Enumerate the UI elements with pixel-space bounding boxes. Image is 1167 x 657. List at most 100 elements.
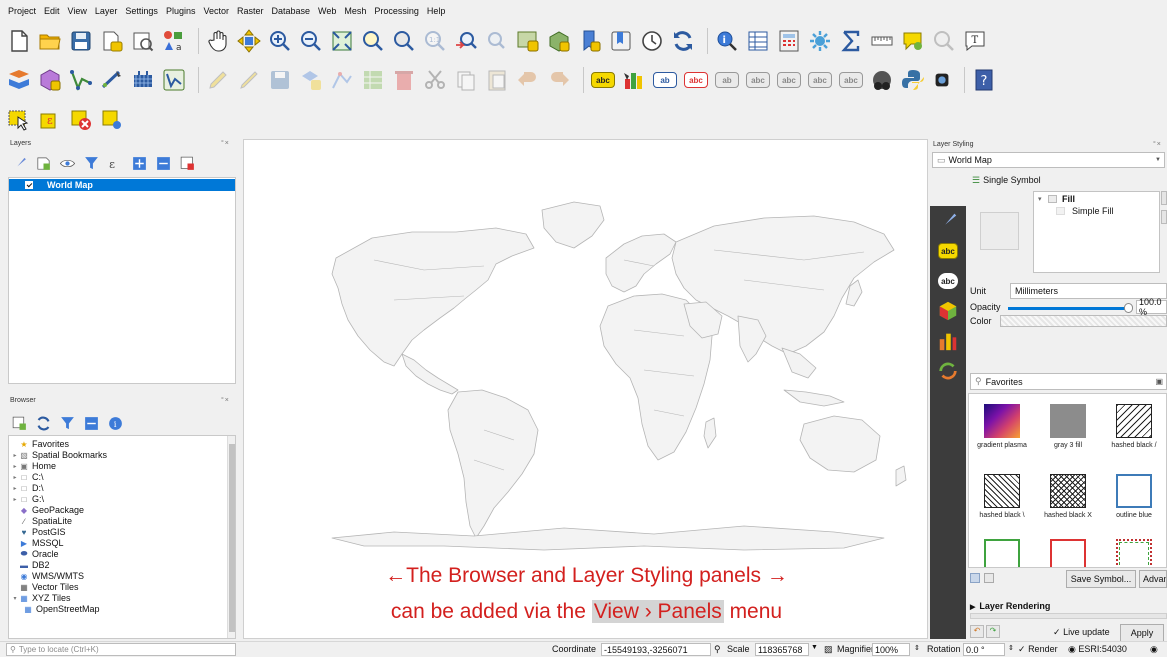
help-icon[interactable]: ?	[971, 67, 997, 93]
show-hide-labels-icon[interactable]: abc	[745, 67, 771, 93]
symbol-hashed-black-backslash[interactable]: hashed black \	[969, 474, 1035, 519]
browser-panel-controls[interactable]: °×	[221, 397, 230, 404]
browser-properties-icon[interactable]: i	[106, 414, 124, 432]
browser-item-mssql[interactable]: ▶ MSSQL	[11, 538, 64, 548]
save-symbol-button[interactable]: Save Symbol...	[1066, 570, 1136, 588]
vertex-tool-icon[interactable]	[329, 67, 355, 93]
menu-processing[interactable]: Processing	[370, 6, 423, 16]
digitize-line-icon[interactable]	[99, 67, 125, 93]
select-by-location-icon[interactable]	[99, 107, 125, 133]
menu-edit[interactable]: Edit	[40, 6, 64, 16]
add-selected-layers-icon[interactable]	[10, 414, 28, 432]
style-manager-icon[interactable]: a	[161, 28, 187, 54]
browser-item-favorites[interactable]: ★ Favorites	[11, 439, 69, 449]
advanced-button[interactable]: Advanced	[1139, 570, 1167, 588]
menu-settings[interactable]: Settings	[121, 6, 162, 16]
save-project-icon[interactable]	[68, 28, 94, 54]
locator-search[interactable]: ⚲ Type to locate (Ctrl+K)	[6, 643, 236, 656]
extents-toggle-icon[interactable]: ⚲	[714, 644, 721, 655]
menu-view[interactable]: View	[64, 6, 91, 16]
symbol-gradient-plasma[interactable]: gradient plasma	[969, 404, 1035, 449]
measure-icon[interactable]	[869, 28, 895, 54]
undo-icon[interactable]	[515, 67, 541, 93]
menu-raster[interactable]: Raster	[233, 6, 268, 16]
scale-dropdown-icon[interactable]: ▼	[811, 644, 818, 651]
symbol-hashed-black-x[interactable]: hashed black X	[1035, 474, 1101, 519]
pin-labels-icon[interactable]: ab	[652, 67, 678, 93]
history-tab-icon[interactable]	[935, 360, 961, 382]
processing-toolbox-icon[interactable]	[807, 28, 833, 54]
select-features-icon[interactable]	[6, 107, 32, 133]
layer-item-world-map[interactable]: World Map	[9, 179, 235, 191]
delete-selected-icon[interactable]	[391, 67, 417, 93]
zoom-out-icon[interactable]	[298, 28, 324, 54]
map-tips-icon[interactable]	[900, 28, 926, 54]
zoom-to-selection-icon[interactable]	[360, 28, 386, 54]
browser-item-drive-d[interactable]: ▸ □ D:\	[11, 483, 43, 493]
browser-item-wms-wmts[interactable]: ◉ WMS/WMTS	[11, 571, 85, 581]
map-canvas[interactable]: ←The Browser and Layer Styling panels → …	[243, 139, 928, 639]
new-bookmark-icon[interactable]	[577, 28, 603, 54]
browser-item-drive-c[interactable]: ▸ □ C:\	[11, 472, 43, 482]
identify-features-icon[interactable]: i	[714, 28, 740, 54]
new-map-view-icon[interactable]	[515, 28, 541, 54]
rotation-field[interactable]: 0.0 °	[963, 643, 1005, 656]
text-annotation-icon[interactable]: T	[962, 28, 988, 54]
zoom-native-icon[interactable]: 1:1	[422, 28, 448, 54]
attribute-table-icon[interactable]	[745, 28, 771, 54]
remove-symbol-layer-button[interactable]	[1161, 210, 1167, 224]
print-layout-icon[interactable]	[130, 28, 156, 54]
cut-features-icon[interactable]	[422, 67, 448, 93]
styling-panel-controls[interactable]: °×	[1153, 141, 1162, 148]
styling-redo-icon[interactable]: ↷	[986, 625, 1000, 638]
list-view-icon[interactable]	[984, 573, 994, 583]
add-raster-icon[interactable]	[130, 67, 156, 93]
zoom-next-icon[interactable]	[484, 28, 510, 54]
browser-scrollbar[interactable]	[227, 436, 235, 638]
3d-view-tab-icon[interactable]	[935, 300, 961, 322]
show-bookmarks-icon[interactable]	[608, 28, 634, 54]
browser-item-geopackage[interactable]: ◆ GeoPackage	[11, 505, 84, 515]
manage-visibility-icon[interactable]	[58, 154, 76, 172]
add-symbol-layer-button[interactable]	[1161, 191, 1167, 205]
statistics-sigma-icon[interactable]	[838, 28, 864, 54]
messages-icon[interactable]: ◉	[1150, 644, 1158, 655]
pan-hand-icon[interactable]	[205, 28, 231, 54]
symbol-search-field[interactable]: ⚲ Favorites ▣	[970, 373, 1167, 390]
new-3d-view-icon[interactable]	[546, 28, 572, 54]
zoom-last-icon[interactable]	[453, 28, 479, 54]
browser-item-postgis[interactable]: ♥ PostGIS	[11, 527, 66, 537]
new-geopackage-layer-icon[interactable]	[37, 67, 63, 93]
paste-features-icon[interactable]	[484, 67, 510, 93]
filter-legend-icon[interactable]	[82, 154, 100, 172]
tree-root-fill[interactable]: Fill	[1062, 194, 1075, 204]
collapse-all-icon[interactable]	[154, 154, 172, 172]
save-as-icon[interactable]	[99, 28, 125, 54]
move-label-icon[interactable]: ab	[714, 67, 740, 93]
browser-refresh-icon[interactable]	[34, 414, 52, 432]
browser-item-oracle[interactable]: ⬬ Oracle	[11, 549, 59, 559]
refresh-icon[interactable]	[670, 28, 696, 54]
remove-layer-icon[interactable]	[178, 154, 196, 172]
icon-view-icon[interactable]	[970, 573, 980, 583]
zoom-full-icon[interactable]	[329, 28, 355, 54]
new-project-icon[interactable]	[6, 28, 32, 54]
save-edits-icon[interactable]	[267, 67, 293, 93]
zoom-in-icon[interactable]	[267, 28, 293, 54]
magnifier-spin-icon[interactable]: ⇕	[914, 644, 920, 652]
add-group-icon[interactable]	[34, 154, 52, 172]
opacity-slider-track[interactable]	[1008, 307, 1128, 310]
menu-mesh[interactable]: Mesh	[340, 6, 370, 16]
add-vector-layer-icon[interactable]	[68, 67, 94, 93]
menu-help[interactable]: Help	[423, 6, 450, 16]
browser-item-spatial-bookmarks[interactable]: ▸ ▧ Spatial Bookmarks	[11, 450, 107, 460]
current-edits-icon[interactable]	[205, 67, 231, 93]
styling-undo-icon[interactable]: ↶	[970, 625, 984, 638]
layer-rendering-section[interactable]: ▶ Layer Rendering	[970, 601, 1050, 611]
browser-item-vector-tiles[interactable]: ▦ Vector Tiles	[11, 582, 78, 592]
locator-search-icon[interactable]	[931, 28, 957, 54]
temporal-controller-icon[interactable]	[639, 28, 665, 54]
tree-child-simple-fill[interactable]: Simple Fill	[1072, 206, 1114, 216]
diagrams-tab-icon[interactable]	[935, 330, 961, 352]
highlight-pinned-labels-icon[interactable]: abc	[683, 67, 709, 93]
